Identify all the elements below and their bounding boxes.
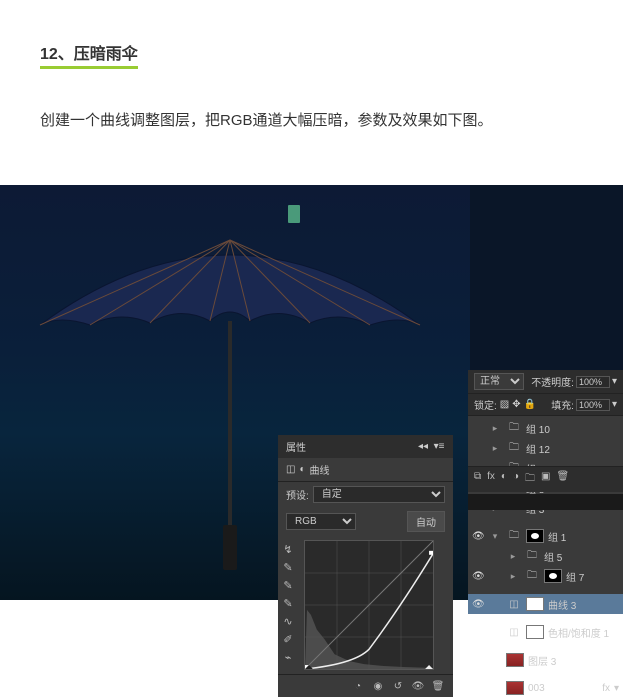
fx-icon[interactable]: fx <box>487 471 495 488</box>
target-adjust-icon[interactable]: ↯ <box>278 540 298 558</box>
curve-tool-strip: ↯ ✎ ✎ ✎ ∿ ✐ ⌁ <box>278 536 298 674</box>
hue-sat-icon: ◫ <box>506 625 522 639</box>
layer-row[interactable]: 👁▾🗀组 1 <box>468 526 623 546</box>
view-previous-icon[interactable]: ◉ <box>371 679 385 693</box>
layer-row[interactable]: ▸🗀组 5 <box>468 546 623 566</box>
folder-icon: 🗀 <box>506 421 522 435</box>
preset-label: 预设: <box>286 487 309 502</box>
chevron-down-icon[interactable]: ▾ <box>614 683 619 694</box>
section-paragraph: 创建一个曲线调整图层，把RGB通道大幅压暗，参数及效果如下图。 <box>40 109 583 133</box>
layers-panel-footer: ⧉ fx ◐ ◑ 🗀 ▣ 🗑 <box>468 466 623 492</box>
lock-all-icon[interactable]: 🔒 <box>524 399 536 410</box>
layer-mask-thumb[interactable] <box>526 625 544 639</box>
lock-label: 锁定: <box>474 397 497 412</box>
layer-row[interactable]: 003fx▾ <box>468 678 623 698</box>
adjustment-layer-icon[interactable]: ◑ <box>513 471 519 488</box>
layer-row[interactable]: 图层 3 <box>468 650 623 670</box>
properties-panel-header[interactable]: 属性 ◂◂ ▾≡ <box>278 435 453 458</box>
layer-row-selected[interactable]: 👁◫曲线 3 <box>468 594 623 614</box>
eye-icon[interactable]: 👁 <box>472 571 484 582</box>
adjustment-type-label: 曲线 <box>310 462 330 477</box>
fx-label[interactable]: fx <box>602 683 610 694</box>
toggle-visibility-icon[interactable]: 👁 <box>411 679 425 693</box>
lock-row: 锁定: ▨ ✥ 🔒 填充: ▾ <box>468 394 623 416</box>
channel-select[interactable]: RGB <box>286 513 356 530</box>
layer-mask-thumb[interactable] <box>526 529 544 543</box>
trash-icon[interactable]: 🗑 <box>556 471 569 488</box>
clip-to-layer-icon[interactable]: ◔ <box>351 679 365 693</box>
chevron-down-icon[interactable]: ▾ <box>612 399 617 410</box>
properties-title: 属性 <box>286 439 306 454</box>
folder-icon: 🗀 <box>524 569 540 583</box>
curves-icon: ◫ <box>286 464 295 475</box>
photoshop-workspace: 属性 ◂◂ ▾≡ ◫ ◐ 曲线 预设: 自定 RGB 自动 ↯ ✎ <box>0 185 623 600</box>
chevron-down-icon[interactable]: ▾ <box>612 376 617 387</box>
properties-footer: ◔ ◉ ↺ 👁 🗑 <box>278 674 453 697</box>
layer-row[interactable]: ◫色相/饱和度 1 <box>468 622 623 642</box>
blend-mode-select[interactable]: 正常 <box>474 373 524 390</box>
panel-menu-icon[interactable]: ▾≡ <box>433 441 445 453</box>
properties-panel: 属性 ◂◂ ▾≡ ◫ ◐ 曲线 预设: 自定 RGB 自动 ↯ ✎ <box>278 435 453 697</box>
curve-draw-icon[interactable]: ∿ <box>278 612 298 630</box>
adjustment-type-row: ◫ ◐ 曲线 <box>278 458 453 482</box>
section-heading: 12、压暗雨伞 <box>40 40 138 69</box>
link-layers-icon[interactable]: ⧉ <box>474 471 481 488</box>
layer-mask-thumb[interactable] <box>544 569 562 583</box>
mask-mode-icon[interactable]: ◐ <box>299 464 305 475</box>
blend-mode-row: 正常 不透明度: ▾ <box>468 370 623 394</box>
eye-icon[interactable]: 👁 <box>472 531 484 542</box>
gray-point-icon[interactable]: ✎ <box>278 576 298 594</box>
curve-pencil-icon[interactable]: ✐ <box>278 630 298 648</box>
black-point-icon[interactable]: ✎ <box>278 594 298 612</box>
curve-smooth-icon[interactable]: ⌁ <box>278 648 298 666</box>
new-layer-icon[interactable]: ▣ <box>541 471 550 488</box>
panel-separator <box>468 494 623 510</box>
curves-adjustment-icon: ◫ <box>506 597 522 611</box>
opacity-input[interactable] <box>576 376 610 388</box>
layer-thumb[interactable] <box>506 653 524 667</box>
layer-mask-thumb[interactable] <box>526 597 544 611</box>
fill-input[interactable] <box>576 399 610 411</box>
folder-icon: 🗀 <box>506 529 522 543</box>
lock-position-icon[interactable]: ✥ <box>512 399 520 410</box>
curves-graph[interactable] <box>304 540 434 670</box>
white-point-icon[interactable]: ✎ <box>278 558 298 576</box>
layer-thumb[interactable] <box>506 681 524 695</box>
preset-select[interactable]: 自定 <box>313 486 445 503</box>
layer-row[interactable]: ▸🗀组 10 <box>468 418 623 438</box>
trash-icon[interactable]: 🗑 <box>431 679 445 693</box>
folder-icon: 🗀 <box>506 441 522 455</box>
layer-row[interactable]: 👁▸🗀组 7 <box>468 566 623 586</box>
fill-label: 填充: <box>551 397 574 412</box>
eye-icon[interactable]: 👁 <box>472 599 484 610</box>
collapse-icon[interactable]: ◂◂ <box>417 441 429 453</box>
folder-icon: 🗀 <box>524 549 540 563</box>
layers-panel: 正常 不透明度: ▾ 锁定: ▨ ✥ 🔒 填充: ▾ ▸🗀组 10 ▸🗀组 12… <box>468 370 623 600</box>
opacity-label: 不透明度: <box>531 374 574 389</box>
layer-list: ▸🗀组 10 ▸🗀组 12 ▸🗀组 11 ▸🗀组 8 ▸🗀组 3 👁▾🗀组 1 … <box>468 416 623 700</box>
lock-pixels-icon[interactable]: ▨ <box>500 399 509 410</box>
group-icon[interactable]: 🗀 <box>525 471 535 488</box>
auto-button[interactable]: 自动 <box>407 511 445 532</box>
layer-row[interactable]: ▸🗀组 12 <box>468 438 623 458</box>
mask-icon[interactable]: ◐ <box>501 471 507 488</box>
reset-icon[interactable]: ↺ <box>391 679 405 693</box>
